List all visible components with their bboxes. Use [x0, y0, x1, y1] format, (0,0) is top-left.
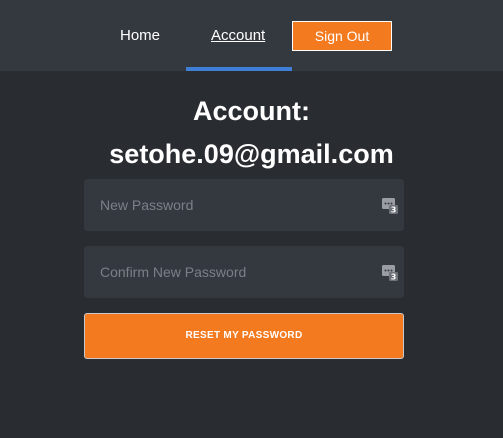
account-email: setohe.09@gmail.com [109, 139, 394, 169]
svg-text:3: 3 [391, 273, 397, 282]
confirm-password-field: 3 [84, 246, 404, 298]
page-title: Account: [193, 96, 310, 126]
sign-out-button[interactable]: Sign Out [292, 21, 392, 51]
nav-home-link[interactable]: Home [120, 26, 160, 46]
reset-password-button[interactable]: RESET MY PASSWORD [84, 313, 404, 359]
new-password-field: 3 [84, 179, 404, 231]
confirm-password-input[interactable] [84, 246, 374, 298]
top-navbar: Home Account Sign Out [0, 0, 503, 71]
svg-text:3: 3 [391, 206, 397, 215]
password-manager-icon[interactable]: 3 [382, 265, 398, 282]
new-password-input[interactable] [84, 179, 374, 231]
password-manager-icon[interactable]: 3 [382, 198, 398, 215]
nav-account-link[interactable]: Account [211, 26, 265, 46]
active-tab-indicator [186, 67, 292, 71]
